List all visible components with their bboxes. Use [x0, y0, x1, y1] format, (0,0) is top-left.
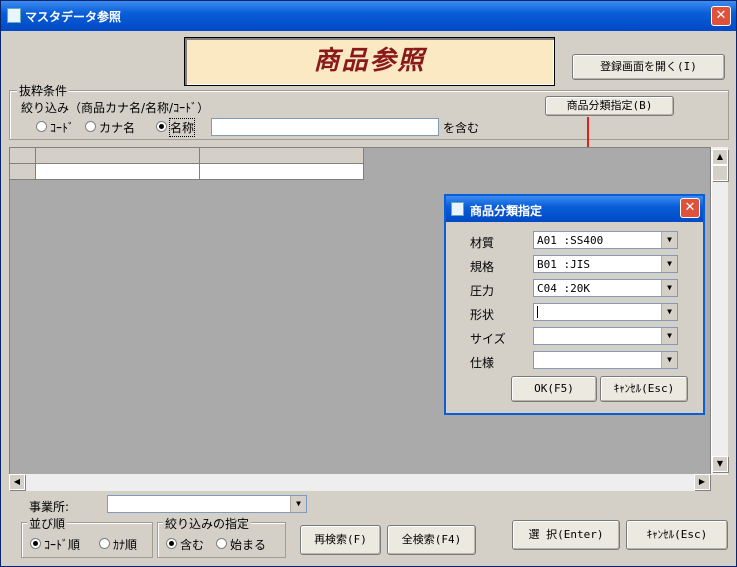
- radio-name-label: 名称: [168, 118, 196, 137]
- window-title: マスタデータ参照: [25, 10, 122, 24]
- material-select[interactable]: A01 :SS400 ▼: [533, 231, 678, 249]
- radio-name[interactable]: [156, 121, 167, 132]
- app-icon: [7, 8, 21, 23]
- radio-kana[interactable]: [85, 121, 96, 132]
- match-starts-label: 始まる: [230, 538, 267, 552]
- field-label: 形状: [470, 308, 495, 322]
- dialog-title: 商品分類指定: [470, 204, 543, 218]
- sort-code-label: ｺｰﾄﾞ順: [44, 538, 81, 552]
- radio-code[interactable]: [36, 121, 47, 132]
- page-title: 商品参照: [184, 37, 555, 86]
- chevron-down-icon[interactable]: ▼: [661, 256, 677, 272]
- category-dialog: 商品分類指定 ✕ 材質 A01 :SS400 ▼ 規格 B01 :JIS ▼ 圧…: [444, 194, 705, 415]
- field-label: 規格: [470, 260, 495, 274]
- text-cursor: [537, 306, 538, 318]
- pressure-select[interactable]: C04 :20K ▼: [533, 279, 678, 297]
- sort-group-title: 並び順: [27, 515, 68, 532]
- title-bar: マスタデータ参照 ✕: [1, 1, 736, 31]
- field-label: 圧力: [470, 284, 495, 298]
- vertical-scrollbar[interactable]: ▲ ▼: [711, 147, 728, 475]
- scroll-left-icon[interactable]: ◀: [9, 474, 25, 490]
- sort-code-radio[interactable]: [30, 538, 41, 549]
- narrow-label: 絞り込み（商品カナ名/名称/ｺｰﾄﾞ）: [21, 101, 210, 115]
- match-contains-radio[interactable]: [166, 538, 177, 549]
- office-select[interactable]: ▼: [107, 495, 307, 513]
- research-button[interactable]: 再検索(F): [300, 525, 381, 555]
- office-label: 事業所:: [29, 500, 70, 514]
- dialog-cancel-button[interactable]: ｷｬﾝｾﾙ(Esc): [600, 376, 688, 402]
- grid-header-col2[interactable]: [200, 148, 364, 164]
- horizontal-scrollbar[interactable]: ◀ ▶: [9, 474, 711, 491]
- main-window: マスタデータ参照 ✕ 商品参照 登録画面を開く(I) 抜粋条件 絞り込み（商品カ…: [0, 0, 737, 567]
- search-all-button[interactable]: 全検索(F4): [387, 525, 476, 555]
- sort-kana-radio[interactable]: [99, 538, 110, 549]
- scroll-down-icon[interactable]: ▼: [712, 456, 728, 472]
- contains-suffix: を含む: [443, 121, 480, 135]
- size-select[interactable]: ▼: [533, 327, 678, 345]
- scroll-right-icon[interactable]: ▶: [694, 474, 710, 490]
- radio-kana-label: カナ名: [99, 121, 136, 135]
- search-input[interactable]: [211, 118, 439, 136]
- chevron-down-icon[interactable]: ▼: [290, 496, 306, 512]
- standard-value: B01 :JIS: [537, 258, 590, 271]
- scroll-up-icon[interactable]: ▲: [712, 149, 728, 165]
- match-starts-radio[interactable]: [216, 538, 227, 549]
- grid-header-col1[interactable]: [36, 148, 200, 164]
- dialog-title-bar: 商品分類指定 ✕: [446, 196, 703, 222]
- select-button[interactable]: 選 択(Enter): [512, 520, 620, 550]
- match-contains-label: 含む: [180, 538, 205, 552]
- material-value: A01 :SS400: [537, 234, 604, 247]
- shape-select[interactable]: ▼: [533, 303, 678, 321]
- chevron-down-icon[interactable]: ▼: [661, 232, 677, 248]
- chevron-down-icon[interactable]: ▼: [661, 352, 677, 368]
- field-label: サイズ: [470, 332, 506, 346]
- chevron-down-icon[interactable]: ▼: [661, 280, 677, 296]
- chevron-down-icon[interactable]: ▼: [661, 328, 677, 344]
- dialog-ok-button[interactable]: OK(F5): [511, 376, 597, 402]
- cancel-button[interactable]: ｷｬﾝｾﾙ(Esc): [626, 520, 728, 550]
- grid-cell[interactable]: [36, 164, 200, 180]
- grid-cell[interactable]: [200, 164, 364, 180]
- sort-kana-label: ｶﾅ順: [113, 538, 138, 552]
- grid-corner: [10, 148, 36, 164]
- pressure-value: C04 :20K: [537, 282, 590, 295]
- standard-select[interactable]: B01 :JIS ▼: [533, 255, 678, 273]
- field-label: 材質: [470, 236, 495, 250]
- chevron-down-icon[interactable]: ▼: [661, 304, 677, 320]
- field-label: 仕様: [470, 356, 495, 370]
- match-group-title: 絞り込みの指定: [163, 515, 252, 532]
- dialog-close-button[interactable]: ✕: [680, 198, 700, 218]
- filter-group-title: 抜粋条件: [17, 82, 70, 99]
- spec-select[interactable]: ▼: [533, 351, 678, 369]
- close-button[interactable]: ✕: [711, 6, 731, 26]
- grid-row-header[interactable]: [10, 164, 36, 180]
- radio-code-label: ｺｰﾄﾞ: [50, 121, 75, 135]
- app-icon: [451, 202, 464, 216]
- category-spec-button[interactable]: 商品分類指定(B): [545, 96, 674, 116]
- open-register-button[interactable]: 登録画面を開く(I): [572, 54, 725, 80]
- scroll-thumb[interactable]: [712, 165, 728, 181]
